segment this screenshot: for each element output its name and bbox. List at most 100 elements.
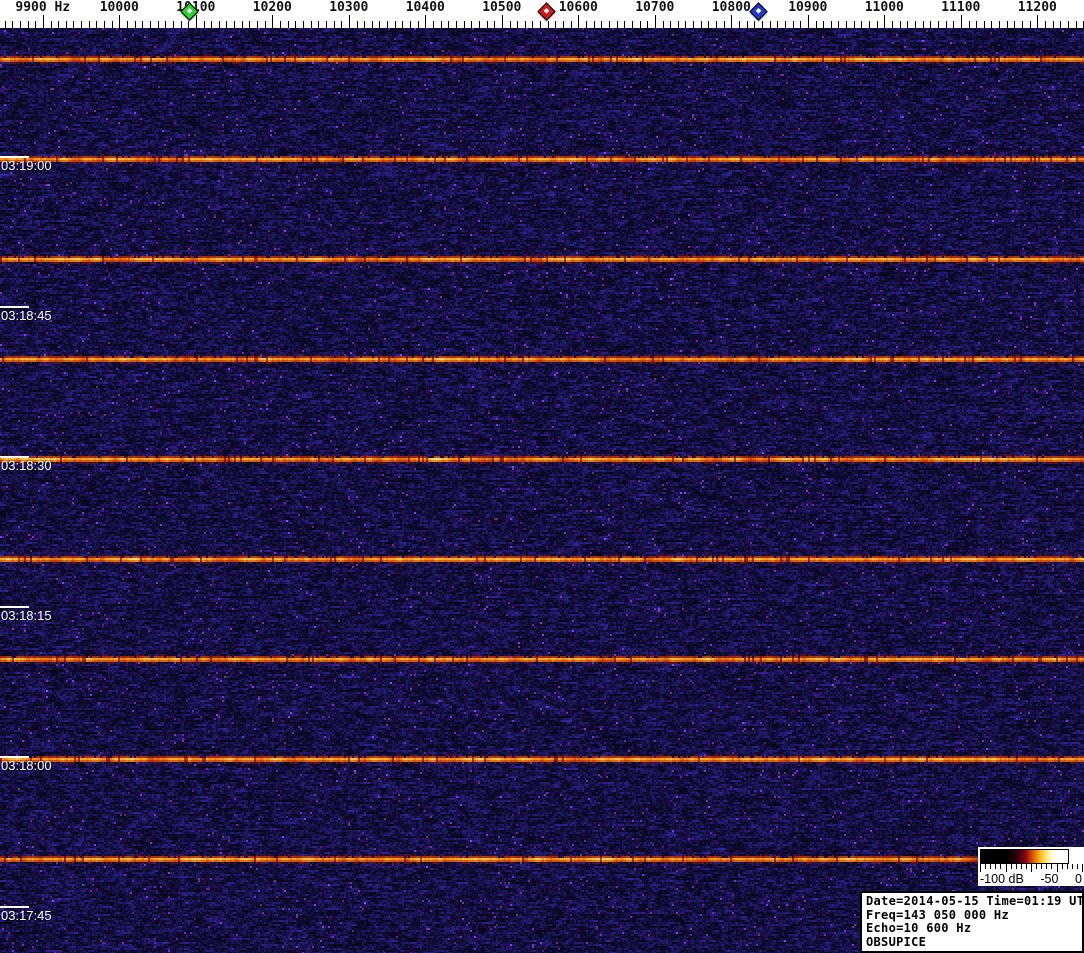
freq-minor-tick <box>540 21 542 28</box>
freq-minor-tick <box>257 21 258 28</box>
legend-tick <box>1076 864 1078 869</box>
freq-minor-tick <box>387 21 389 28</box>
freq-minor-tick <box>455 21 457 28</box>
freq-tick-label: 10000 <box>99 0 139 15</box>
freq-minor-tick <box>356 21 358 28</box>
waterfall-spectrogram-canvas[interactable] <box>0 28 1084 953</box>
freq-minor-tick <box>1052 21 1054 28</box>
frequency-ruler[interactable]: 9900 Hz 10000 10100 10200 10300 10400 10500 106… <box>0 0 1084 28</box>
freq-minor-tick <box>823 21 825 28</box>
freq-minor-tick <box>1006 21 1008 28</box>
color-gradient-bar <box>980 849 1069 864</box>
freq-minor-tick <box>517 21 519 28</box>
freq-minor-tick <box>716 21 717 28</box>
marker-inner-diamond <box>543 7 550 14</box>
freq-minor-tick <box>433 21 434 28</box>
freq-minor-tick <box>494 21 496 28</box>
legend-label-min: -100 dB <box>980 872 1024 886</box>
red-diamond-marker-icon[interactable] <box>536 2 556 21</box>
info-station: OBSUPICE <box>866 934 927 949</box>
freq-minor-tick <box>532 21 534 28</box>
time-label: 03:17:45 <box>1 908 52 923</box>
spectrogram-display: 9900 Hz 10000 10100 10200 10300 10400 10500 106… <box>0 0 1084 953</box>
legend-tick <box>1036 864 1038 869</box>
blue-diamond-marker-icon[interactable] <box>749 2 769 21</box>
freq-tick-label: 11200 <box>1017 0 1057 15</box>
freq-minor-tick <box>165 21 167 28</box>
freq-minor-tick <box>134 21 136 28</box>
legend-tick <box>1025 864 1027 869</box>
legend-tick <box>1041 864 1043 869</box>
freq-minor-tick <box>976 21 978 28</box>
freq-minor-tick <box>241 21 243 28</box>
time-label: 03:19:00 <box>1 158 52 173</box>
legend-ruler-ticks <box>978 864 1084 872</box>
legend-labels: -100 dB -50 0 <box>980 872 1082 886</box>
freq-major-tick <box>884 15 886 28</box>
freq-minor-tick <box>777 21 779 28</box>
legend-tick <box>1015 864 1017 869</box>
freq-major-tick <box>731 15 733 28</box>
freq-minor-tick <box>601 21 603 28</box>
freq-major-tick <box>807 15 809 28</box>
legend-tick <box>980 864 981 872</box>
freq-minor-tick <box>700 21 702 28</box>
freq-tick-label: 10200 <box>252 0 292 15</box>
freq-minor-tick <box>379 21 381 28</box>
time-label: 03:18:45 <box>1 308 52 323</box>
freq-minor-tick <box>440 21 442 28</box>
freq-minor-tick <box>761 21 763 28</box>
freq-minor-tick <box>846 21 848 28</box>
legend-tick <box>1061 864 1063 869</box>
legend-tick <box>1010 864 1012 869</box>
freq-minor-tick <box>784 21 786 28</box>
freq-minor-tick <box>792 21 794 28</box>
freq-major-tick <box>42 15 44 28</box>
freq-minor-tick <box>58 21 60 28</box>
freq-major-tick <box>1037 15 1039 28</box>
freq-minor-tick <box>570 21 572 28</box>
freq-minor-tick <box>1045 21 1046 28</box>
freq-minor-tick <box>417 21 419 28</box>
freq-minor-tick <box>937 21 939 28</box>
freq-minor-tick <box>203 21 205 28</box>
freq-minor-tick <box>907 21 909 28</box>
freq-minor-tick <box>471 21 473 28</box>
freq-major-tick <box>501 15 503 28</box>
freq-minor-tick <box>930 21 932 28</box>
freq-minor-tick <box>4 21 6 28</box>
freq-minor-tick <box>861 21 863 28</box>
legend-tick <box>1066 864 1068 869</box>
freq-minor-tick <box>88 21 90 28</box>
freq-minor-tick <box>295 21 297 28</box>
freq-minor-tick <box>371 21 373 28</box>
freq-major-tick <box>654 15 656 28</box>
db-color-legend: -100 dB -50 0 <box>978 847 1084 886</box>
station-info-box: Date=2014-05-15 Time=01:19 UTC Freq=143 … <box>860 891 1084 953</box>
freq-minor-tick <box>754 21 756 28</box>
info-frequency: Freq=143 050 000 Hz <box>866 907 1009 922</box>
freq-tick-label: 10600 <box>558 0 598 15</box>
freq-minor-tick <box>999 21 1001 28</box>
legend-tick <box>1005 864 1007 872</box>
legend-tick <box>1020 864 1022 869</box>
freq-minor-tick <box>149 21 151 28</box>
info-echo: Echo=10 600 Hz <box>866 921 972 935</box>
freq-minor-tick <box>73 21 75 28</box>
freq-tick-label: 10500 <box>482 0 522 15</box>
freq-minor-tick <box>35 21 37 28</box>
freq-minor-tick <box>631 21 633 28</box>
freq-minor-tick <box>876 21 878 28</box>
freq-minor-tick <box>708 21 710 28</box>
freq-minor-tick <box>547 21 549 28</box>
time-label: 03:18:15 <box>1 608 52 623</box>
freq-minor-tick <box>723 21 725 28</box>
freq-minor-tick <box>647 21 649 28</box>
freq-minor-tick <box>104 21 105 28</box>
freq-minor-tick <box>983 21 985 28</box>
freq-minor-tick <box>486 21 488 28</box>
freq-minor-tick <box>914 21 916 28</box>
freq-tick-label: 10700 <box>635 0 675 15</box>
freq-minor-tick <box>364 21 366 28</box>
freq-minor-tick <box>555 21 557 28</box>
